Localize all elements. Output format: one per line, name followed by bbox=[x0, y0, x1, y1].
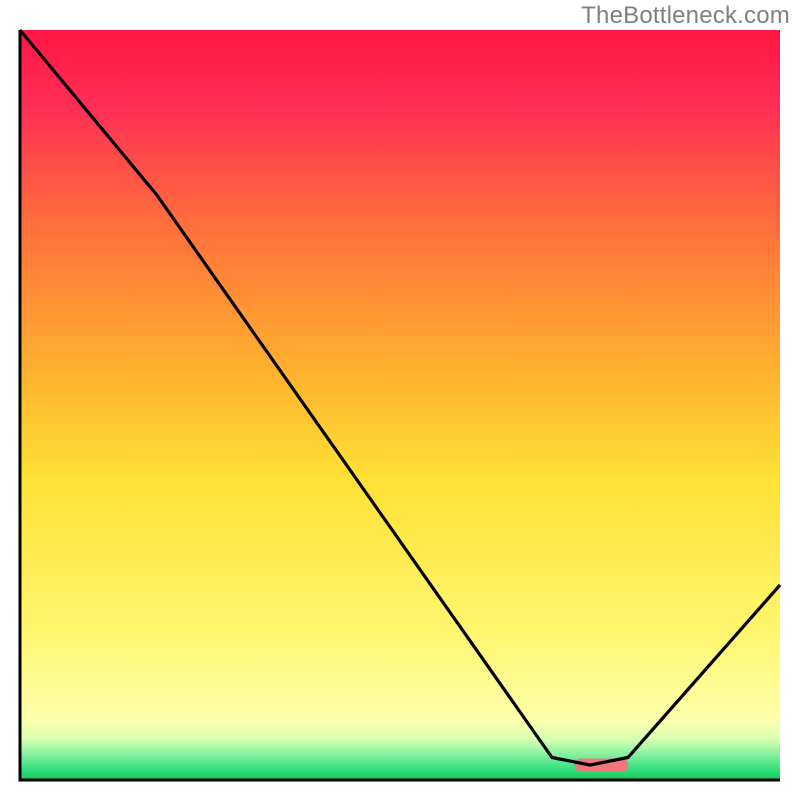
bottleneck-chart: TheBottleneck.com bbox=[0, 0, 800, 800]
chart-svg bbox=[0, 0, 800, 800]
gradient-background bbox=[20, 30, 780, 780]
watermark-text: TheBottleneck.com bbox=[581, 2, 790, 30]
plot-area bbox=[20, 30, 780, 780]
